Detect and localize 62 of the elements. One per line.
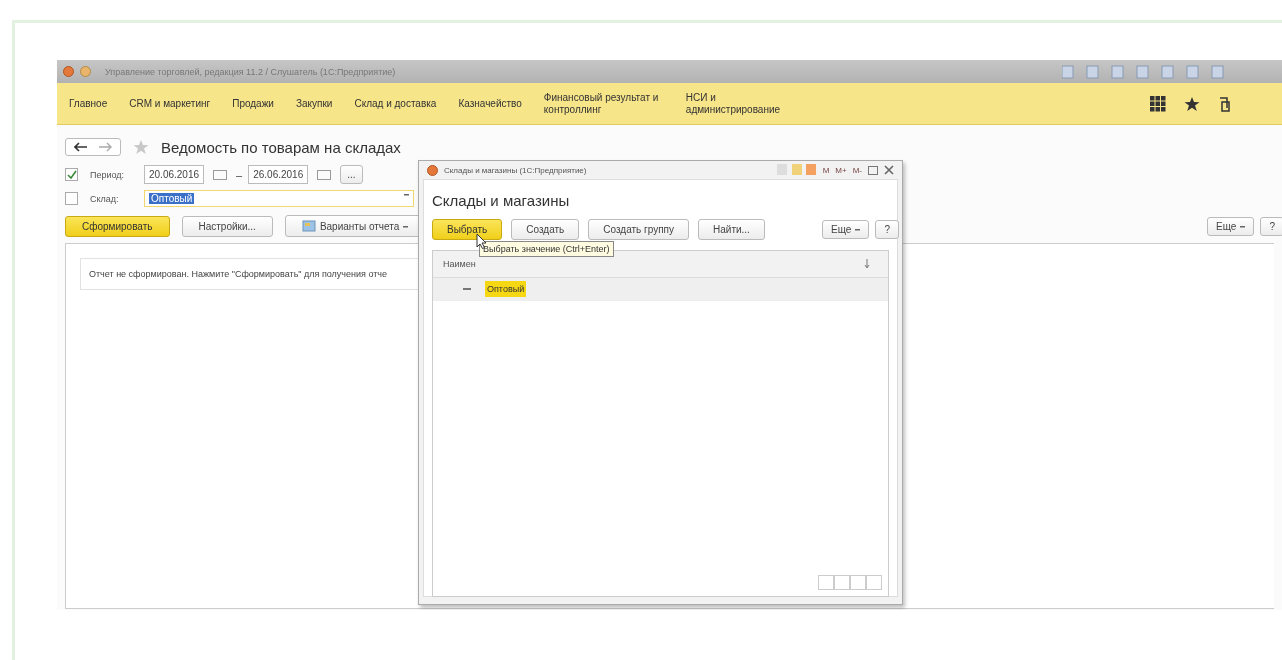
- period-checkbox[interactable]: [65, 168, 78, 181]
- more-button[interactable]: Еще: [822, 220, 870, 239]
- grid-icon[interactable]: [1150, 95, 1166, 112]
- dropdown-icon[interactable]: [404, 193, 409, 196]
- checkmark-icon: [66, 170, 77, 179]
- sort-icon[interactable]: [864, 259, 870, 269]
- toolbar-button[interactable]: Создать: [511, 219, 580, 240]
- period-label: Период:: [90, 169, 126, 180]
- column-header[interactable]: Наимен: [443, 259, 476, 269]
- warehouse-field[interactable]: Оптовый: [144, 190, 414, 207]
- period-button[interactable]: ...: [340, 165, 363, 184]
- memory-button[interactable]: M+: [835, 165, 847, 175]
- scroll-button[interactable]: [834, 575, 850, 590]
- list-row[interactable]: Оптовый: [433, 278, 888, 301]
- tooltip: Выбрать значение (Ctrl+Enter): [479, 241, 614, 257]
- dropdown-icon: [403, 224, 409, 228]
- scroll-button[interactable]: [850, 575, 866, 590]
- dash-text: –: [236, 168, 243, 181]
- close-icon[interactable]: [884, 165, 894, 175]
- dialog-title: Склады и магазины (1С:Предприятие): [444, 165, 587, 175]
- select-button[interactable]: Выбрать: [432, 219, 503, 240]
- section-link[interactable]: Казначейство: [458, 97, 522, 110]
- calendar-icon[interactable]: [317, 169, 332, 180]
- report-title: Ведомость по товарам на складах: [161, 138, 401, 156]
- dialog-heading: Склады и магазины: [432, 192, 571, 209]
- star-icon[interactable]: [1184, 95, 1200, 112]
- section-link[interactable]: Главное: [69, 97, 108, 110]
- generate-button[interactable]: Сформировать: [65, 215, 170, 237]
- section-link[interactable]: CRM и маркетинг: [129, 97, 211, 110]
- section-link[interactable]: Склад и доставка: [354, 97, 437, 110]
- window-title: Управление торговлей, редакция 11.2 / Слушатель (1С:Предприятие): [105, 66, 396, 77]
- more-button[interactable]: Еще: [1207, 216, 1255, 236]
- forward-arrow-icon[interactable]: [98, 142, 112, 152]
- calendar-icon[interactable]: [213, 169, 228, 180]
- scroll-button[interactable]: [818, 575, 834, 590]
- back-arrow-icon[interactable]: [74, 142, 88, 152]
- help-button[interactable]: ?: [875, 220, 899, 239]
- date-field[interactable]: 26.06.2016: [248, 165, 309, 184]
- settings-button[interactable]: Настройки...: [181, 215, 273, 237]
- dropdown-icon: [1240, 224, 1246, 228]
- history-icon[interactable]: [1218, 95, 1232, 112]
- back-forward-buttons[interactable]: [65, 138, 121, 156]
- section-link[interactable]: Закупки: [295, 97, 333, 110]
- date-field[interactable]: 20.06.2016: [144, 165, 205, 184]
- warehouse-label: Склад:: [90, 193, 120, 204]
- memory-button[interactable]: M-: [852, 165, 862, 175]
- document-icon: [301, 220, 316, 232]
- app-icon: [63, 66, 74, 77]
- scroll-button[interactable]: [866, 575, 882, 590]
- maximize-icon[interactable]: [868, 165, 878, 175]
- section-link[interactable]: НСИ и администрирование: [685, 91, 806, 116]
- section-link[interactable]: Финансовый результат и контроллинг: [543, 91, 664, 116]
- warehouse-checkbox[interactable]: [65, 192, 78, 205]
- memory-button[interactable]: M: [822, 165, 830, 175]
- row-name: Оптовый: [485, 281, 527, 297]
- toolbar-button[interactable]: Создать группу: [588, 219, 689, 240]
- star-icon[interactable]: [133, 139, 149, 155]
- section-link[interactable]: Продажи: [232, 97, 274, 110]
- dropdown-icon: [855, 228, 861, 231]
- help-button[interactable]: ?: [1260, 216, 1282, 236]
- toolbar-button[interactable]: Найти...: [698, 219, 765, 240]
- app-icon: [427, 164, 438, 176]
